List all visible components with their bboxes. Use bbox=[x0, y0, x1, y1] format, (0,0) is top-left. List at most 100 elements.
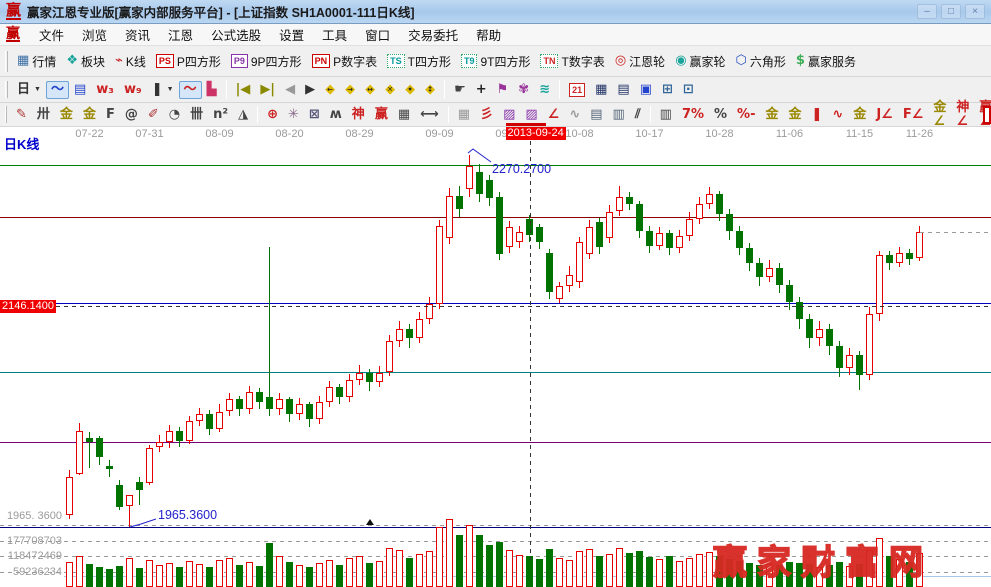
toolbar-grip[interactable] bbox=[5, 51, 8, 72]
target-button[interactable]: ⊕ bbox=[262, 106, 283, 124]
m-lines-button[interactable]: ʍ bbox=[325, 106, 347, 124]
zoom-all-button[interactable]: ◆✦ bbox=[400, 81, 420, 99]
pct-line-button[interactable]: %- bbox=[732, 106, 760, 124]
minimize-button[interactable]: – bbox=[917, 4, 937, 19]
gray-grid-button[interactable]: ▦ bbox=[453, 106, 475, 124]
menu-item-browse[interactable]: 浏览 bbox=[73, 23, 116, 46]
toolbar-grip[interactable] bbox=[5, 106, 7, 122]
zigzag-blue-button[interactable]: 〜 bbox=[46, 81, 69, 99]
calendar-button[interactable]: 21 bbox=[564, 81, 590, 99]
v-lines-button[interactable]: ∿ bbox=[564, 106, 585, 124]
star-grid-button[interactable]: ✳ bbox=[283, 106, 304, 124]
zoom-v-button[interactable]: ◆↕ bbox=[420, 81, 440, 99]
crosshair-tool-button[interactable]: + bbox=[471, 81, 492, 99]
kline-chart-canvas[interactable]: 日K线 赢家财富网 592362341184724691777087031965… bbox=[0, 127, 991, 587]
ray-grid-button[interactable]: ▨ bbox=[520, 106, 542, 124]
shen-fence-button[interactable]: 神 bbox=[347, 106, 370, 124]
kline-button[interactable]: ⌁K线 bbox=[110, 51, 151, 72]
note-list-button[interactable]: ▤ bbox=[69, 81, 91, 99]
pct-button[interactable]: % bbox=[709, 106, 732, 124]
p-digit-table-button[interactable]: PNP数字表 bbox=[307, 51, 383, 72]
quote-button[interactable]: ▦行情 bbox=[12, 51, 61, 72]
menu-item-window[interactable]: 窗口 bbox=[356, 23, 399, 46]
period-selector-button[interactable]: 日▼ bbox=[12, 81, 46, 99]
f-angle-button[interactable]: F∠ bbox=[898, 106, 929, 124]
zoom-left-button[interactable]: ◆← bbox=[320, 81, 340, 99]
net-update-button[interactable]: ⊞ bbox=[657, 81, 678, 99]
measure-button[interactable]: ⟷ bbox=[415, 106, 444, 124]
brush-button[interactable]: ✐ bbox=[143, 106, 164, 124]
candle-style-button[interactable]: ❚▼ bbox=[147, 81, 179, 99]
9p-square-button[interactable]: P99P四方形 bbox=[226, 51, 307, 72]
goto-first-button[interactable]: |◀ bbox=[231, 81, 256, 99]
winner-wheel-button[interactable]: ◉赢家轮 bbox=[670, 51, 730, 72]
pct-7-button[interactable]: 7% bbox=[677, 106, 709, 124]
ray-fan-button[interactable]: 彡 bbox=[475, 106, 498, 124]
shen-angle-button[interactable]: 神∠ bbox=[951, 99, 974, 131]
angle-fan-button[interactable]: ∠ bbox=[543, 106, 565, 124]
close-button[interactable]: × bbox=[965, 4, 985, 19]
t-square-button[interactable]: TST四方形 bbox=[382, 51, 456, 72]
gold-fence-2-button[interactable]: 金 bbox=[78, 106, 101, 124]
hexagon-button[interactable]: ⬡六角形 bbox=[731, 51, 791, 72]
f-fence-button[interactable]: F bbox=[101, 106, 120, 124]
notepad-button[interactable]: ▤ bbox=[612, 81, 634, 99]
menu-item-formula-stock[interactable]: 公式选股 bbox=[202, 23, 270, 46]
zoom-right-button[interactable]: ◆→ bbox=[340, 81, 360, 99]
diag-grid-button[interactable]: ▨ bbox=[498, 106, 520, 124]
box-grid-button[interactable]: ⊠ bbox=[304, 106, 325, 124]
toolbar-grip[interactable] bbox=[5, 81, 8, 99]
j-angle-button[interactable]: J∠ bbox=[871, 106, 898, 124]
page-next-button[interactable]: ▶ bbox=[300, 81, 320, 99]
calculator-button[interactable]: ▦ bbox=[590, 81, 612, 99]
pen-button[interactable]: ✎ bbox=[11, 106, 32, 124]
gold-fence-1-button[interactable]: 金 bbox=[55, 106, 78, 124]
clipped-tool-icon[interactable] bbox=[983, 106, 991, 124]
hand-tool-button[interactable]: ☛ bbox=[449, 81, 471, 99]
candle-brush-button[interactable]: ❚ bbox=[807, 106, 828, 124]
menu-item-gann[interactable]: 江恩 bbox=[159, 23, 202, 46]
remote-pc-button[interactable]: ⊡ bbox=[678, 81, 699, 99]
gann-fence-button[interactable]: 卅 bbox=[32, 106, 55, 124]
maximize-button[interactable]: □ bbox=[941, 4, 961, 19]
p-square-button[interactable]: PSP四方形 bbox=[151, 51, 226, 72]
wave-9-button[interactable]: w₉ bbox=[119, 81, 147, 99]
zoom-h-button[interactable]: ◆↔ bbox=[360, 81, 380, 99]
gold-lines-button[interactable]: 金 bbox=[783, 106, 806, 124]
winner-service-button[interactable]: $赢家服务 bbox=[791, 51, 861, 72]
menu-item-trade[interactable]: 交易委托 bbox=[399, 23, 467, 46]
ruler-button[interactable]: ◮ bbox=[233, 106, 253, 124]
sectors-button[interactable]: ❖板块 bbox=[61, 51, 110, 72]
wave-band-button[interactable]: ∿ bbox=[827, 106, 848, 124]
grid-b-button[interactable]: ▥ bbox=[608, 106, 630, 124]
t-digit-table-button[interactable]: TNT数字表 bbox=[535, 51, 609, 72]
gold-mid-button[interactable]: 金 bbox=[848, 106, 871, 124]
gann-wheel-button[interactable]: ◎江恩轮 bbox=[610, 51, 670, 72]
n-square-button[interactable]: n² bbox=[208, 106, 233, 124]
flag-tool-button[interactable]: ⚑ bbox=[492, 81, 514, 99]
histogram-button[interactable]: ▙ bbox=[202, 81, 222, 99]
tick-fence-button[interactable]: 卌 bbox=[185, 106, 208, 124]
menu-item-file[interactable]: 文件 bbox=[30, 23, 73, 46]
wave-3-button[interactable]: w₃ bbox=[91, 81, 119, 99]
zigzag-red-button[interactable]: 〜 bbox=[179, 81, 202, 99]
grid-a-button[interactable]: ▤ bbox=[585, 106, 607, 124]
menu-item-tools[interactable]: 工具 bbox=[313, 23, 356, 46]
parallel-button[interactable]: ⫽ bbox=[630, 106, 646, 124]
goto-last-button[interactable]: ▶| bbox=[255, 81, 280, 99]
bars-button[interactable]: ▥ bbox=[655, 106, 677, 124]
pattern-tool-button[interactable]: ✾ bbox=[513, 81, 534, 99]
menu-item-help[interactable]: 帮助 bbox=[467, 23, 510, 46]
scribble-teal-button[interactable]: ≋ bbox=[534, 81, 555, 99]
gold-circle-button[interactable]: 金 bbox=[760, 106, 783, 124]
9t-square-button[interactable]: T99T四方形 bbox=[456, 51, 536, 72]
time-circle-button[interactable]: ◔ bbox=[164, 106, 185, 124]
spiral-button[interactable]: @ bbox=[120, 106, 143, 124]
ying-fence-button[interactable]: 赢 bbox=[370, 106, 393, 124]
save-button[interactable]: ▣ bbox=[635, 81, 657, 99]
zoom-x-button[interactable]: ◆✕ bbox=[380, 81, 400, 99]
grid-123-button[interactable]: ▦ bbox=[393, 106, 415, 124]
menu-item-settings[interactable]: 设置 bbox=[270, 23, 313, 46]
page-prev-button[interactable]: ◀ bbox=[280, 81, 300, 99]
menu-item-news[interactable]: 资讯 bbox=[116, 23, 159, 46]
